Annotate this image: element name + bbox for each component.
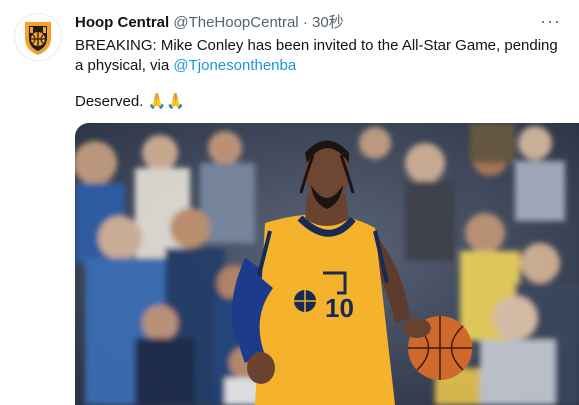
jersey-number: 10	[325, 293, 354, 323]
tweet-media-image[interactable]: 10	[75, 123, 579, 405]
more-options-button[interactable]: ···	[540, 12, 561, 30]
tweet-text: BREAKING: Mike Conley has been invited t…	[75, 36, 565, 76]
basketball-player-photo: 10	[75, 123, 579, 405]
ellipsis-icon: ···	[540, 11, 561, 31]
tweet-body: BREAKING: Mike Conley has been invited t…	[75, 37, 558, 74]
separator: ·	[302, 14, 308, 31]
tweet-header: Hoop Central @TheHoopCentral · 30秒	[75, 13, 344, 33]
avatar[interactable]	[14, 13, 62, 61]
user-handle[interactable]: @TheHoopCentral	[173, 14, 298, 31]
deserved-text: Deserved.	[75, 93, 148, 110]
tweet-second-line: Deserved. 🙏🙏	[75, 92, 185, 112]
pray-emoji: 🙏🙏	[147, 93, 185, 110]
display-name[interactable]: Hoop Central	[75, 14, 169, 31]
timestamp[interactable]: 30秒	[312, 14, 344, 31]
hoop-central-logo-icon	[25, 22, 51, 55]
mention-link[interactable]: @Tjonesonthenba	[173, 57, 296, 74]
tweet[interactable]: Hoop Central @TheHoopCentral · 30秒 ··· B…	[0, 0, 579, 405]
